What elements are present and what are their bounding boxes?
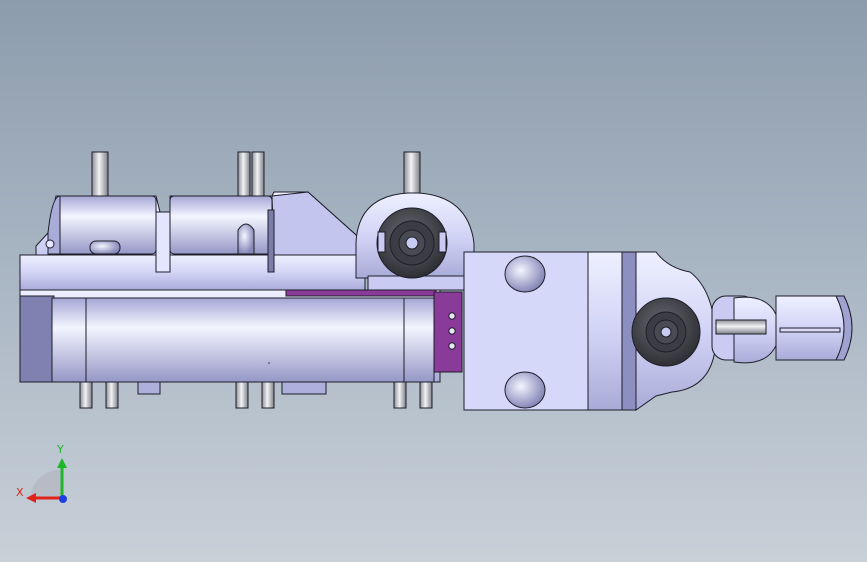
clamp-cylinder-left xyxy=(45,195,157,255)
output-shaft xyxy=(711,295,853,364)
guide-pin-left xyxy=(91,151,109,197)
guide-pin-right xyxy=(403,151,421,195)
y-axis-label: Y xyxy=(57,443,64,456)
assembly-model[interactable] xyxy=(0,0,867,562)
sketch-point xyxy=(268,362,270,364)
guide-pin-middle xyxy=(237,151,265,197)
z-axis-dot xyxy=(59,495,67,503)
x-axis-label: X xyxy=(16,486,24,499)
coordinate-triad xyxy=(26,458,67,503)
y-axis-head xyxy=(57,458,67,468)
main-cylinder-body xyxy=(19,289,441,383)
support-feet xyxy=(79,381,433,409)
center-block xyxy=(463,251,637,411)
roller-housing-middle xyxy=(355,192,475,291)
cad-viewport[interactable]: Y X xyxy=(0,0,867,562)
roller-housing-right xyxy=(631,251,717,411)
